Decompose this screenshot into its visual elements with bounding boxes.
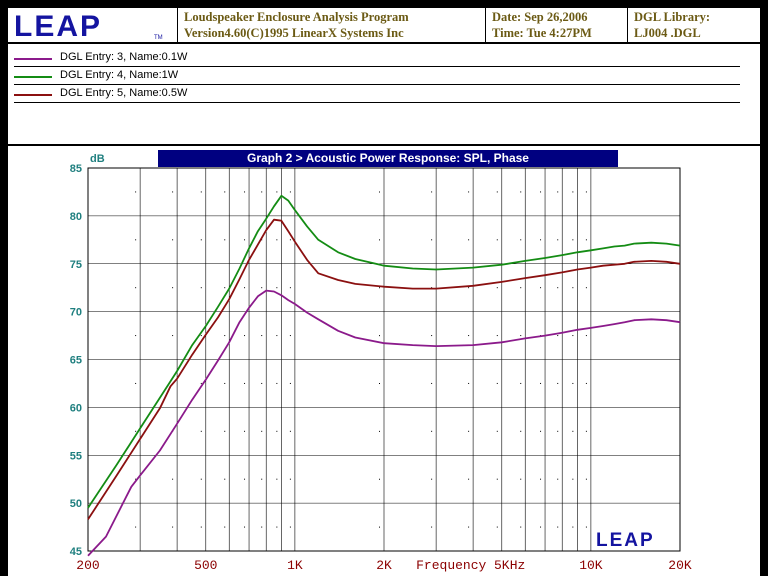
leap-watermark: LEAP bbox=[596, 530, 655, 551]
y-tick-label: 75 bbox=[70, 259, 82, 271]
y-tick-label: 55 bbox=[70, 450, 82, 462]
x-tick-label: 200 bbox=[76, 558, 99, 573]
x-tick-label: 2K bbox=[376, 558, 392, 573]
legend-label: DGL Entry: 4, Name:1W bbox=[60, 69, 179, 81]
y-tick-label: 80 bbox=[70, 211, 82, 223]
y-tick-label: 85 bbox=[70, 163, 82, 175]
program-version: Version4.60(C)1995 LinearX Systems Inc bbox=[184, 26, 404, 40]
logo-tm: TM bbox=[154, 35, 163, 41]
y-tick-labels: 45 50 55 60 65 70 75 80 85 bbox=[70, 163, 82, 558]
logo-text: LEAP bbox=[14, 10, 102, 42]
y-tick-label: 50 bbox=[70, 498, 82, 510]
library-cell: DGL Library: LJ004 .DGL bbox=[628, 8, 760, 42]
legend-swatch bbox=[14, 76, 52, 78]
legend-swatch bbox=[14, 58, 52, 60]
y-axis-label: dB bbox=[90, 153, 105, 165]
x-tick-label: 10K bbox=[579, 558, 603, 573]
legend-entry: DGL Entry: 5, Name:0.5W bbox=[14, 84, 740, 103]
library-label: DGL Library: bbox=[634, 10, 711, 24]
x-tick-labels: 200 500 1K 2K 5K 10K 20K bbox=[76, 558, 692, 573]
x-tick-label: 1K bbox=[287, 558, 303, 573]
x-axis-label: Frequency Hz bbox=[416, 558, 525, 573]
legend-label: DGL Entry: 3, Name:0.1W bbox=[60, 51, 188, 63]
y-tick-label: 45 bbox=[70, 546, 82, 558]
y-tick-label: 65 bbox=[70, 355, 82, 367]
grid bbox=[88, 168, 680, 551]
legend-entry: DGL Entry: 3, Name:0.1W bbox=[14, 48, 740, 67]
header-bar: LEAP TM Loudspeaker Enclosure Analysis P… bbox=[8, 8, 760, 43]
y-tick-label: 60 bbox=[70, 402, 82, 414]
legend-panel: DGL Entry: 3, Name:0.1W DGL Entry: 4, Na… bbox=[8, 44, 760, 144]
legend-label: DGL Entry: 5, Name:0.5W bbox=[60, 87, 188, 99]
library-file: LJ004 .DGL bbox=[634, 26, 701, 40]
program-info-cell: Loudspeaker Enclosure Analysis Program V… bbox=[178, 8, 486, 42]
logo-cell: LEAP TM bbox=[8, 8, 178, 43]
time-text: Time: Tue 4:27PM bbox=[492, 26, 592, 40]
leap-logo: LEAP TM bbox=[14, 10, 163, 43]
program-name: Loudspeaker Enclosure Analysis Program bbox=[184, 10, 409, 24]
x-tick-label: 500 bbox=[194, 558, 217, 573]
date-text: Date: Sep 26,2006 bbox=[492, 10, 588, 24]
chart-panel: Graph 2 > Acoustic Power Response: SPL, … bbox=[8, 146, 760, 576]
x-tick-label: 20K bbox=[668, 558, 692, 573]
y-tick-label: 70 bbox=[70, 307, 82, 319]
datetime-cell: Date: Sep 26,2006 Time: Tue 4:27PM bbox=[486, 8, 628, 42]
chart-svg: 455055606570758085 200 500 1K 2K 5K 10K 20K dB… bbox=[70, 153, 692, 573]
legend-entry: DGL Entry: 4, Name:1W bbox=[14, 66, 740, 85]
legend-swatch bbox=[14, 94, 52, 96]
